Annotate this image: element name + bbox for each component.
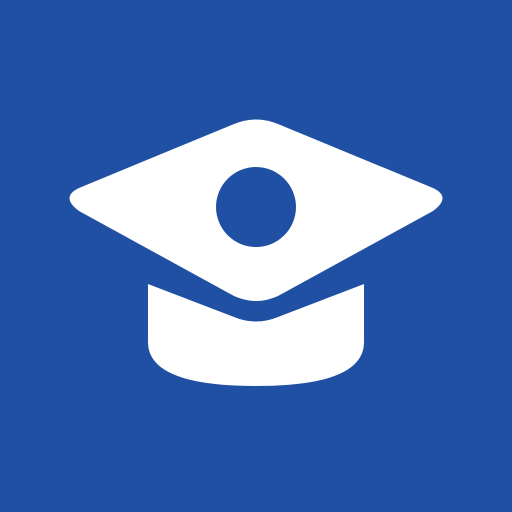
mortarboard-button-circle bbox=[216, 167, 296, 247]
app-icon bbox=[0, 0, 512, 512]
graduation-cap-icon bbox=[0, 0, 512, 512]
